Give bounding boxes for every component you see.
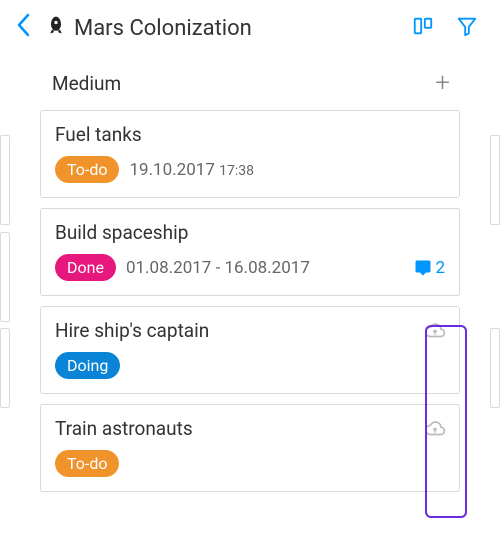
card-title: Build spaceship [55, 221, 445, 244]
board-view-icon[interactable] [406, 9, 440, 47]
task-card[interactable]: Fuel tanks To-do 19.10.2017 17:38 [40, 110, 460, 198]
status-badge: To-do [55, 156, 119, 183]
column-title: Medium [52, 72, 121, 95]
next-column-sliver [490, 135, 500, 225]
status-badge: Doing [55, 352, 120, 379]
add-card-icon[interactable]: + [435, 70, 450, 96]
status-badge: To-do [55, 450, 119, 477]
card-title: Hire ship's captain [55, 319, 445, 342]
column-medium: Medium + Fuel tanks To-do 19.10.2017 17:… [0, 56, 500, 512]
rocket-icon [46, 15, 66, 41]
page-title-text: Mars Colonization [74, 16, 252, 41]
card-title: Train astronauts [55, 417, 445, 440]
header-bar: Mars Colonization [0, 0, 500, 56]
card-title: Fuel tanks [55, 123, 445, 146]
prev-column-sliver [0, 232, 10, 322]
cloud-upload-icon[interactable] [421, 415, 449, 443]
next-column-sliver [490, 328, 500, 408]
cloud-upload-icon[interactable] [421, 317, 449, 345]
status-badge: Done [55, 254, 116, 281]
card-date: 19.10.2017 17:38 [129, 160, 254, 180]
comment-count[interactable]: 2 [414, 258, 445, 278]
card-date-range: 01.08.2017 - 16.08.2017 [126, 258, 310, 278]
filter-icon[interactable] [450, 9, 484, 47]
task-card[interactable]: Build spaceship Done 01.08.2017 - 16.08.… [40, 208, 460, 296]
comment-icon [414, 259, 432, 277]
page-title: Mars Colonization [46, 15, 252, 41]
prev-column-sliver [0, 135, 10, 225]
prev-column-sliver [0, 328, 10, 408]
task-card[interactable]: Hire ship's captain Doing [40, 306, 460, 394]
column-header: Medium + [40, 56, 460, 110]
task-card[interactable]: Train astronauts To-do [40, 404, 460, 492]
back-chevron-icon[interactable] [10, 9, 36, 48]
